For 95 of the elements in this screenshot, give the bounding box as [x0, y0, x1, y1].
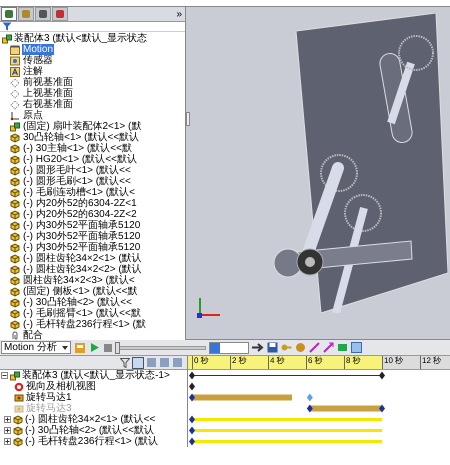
tree-item[interactable]: (固定) 扇叶装配体2<1> (默: [22, 121, 142, 132]
time-label: 4 秒: [268, 356, 285, 369]
tree-item[interactable]: 配合: [22, 330, 44, 341]
origin-icon: [10, 110, 20, 120]
more-button[interactable]: »: [174, 8, 184, 20]
motion-tree-item[interactable]: (-) 圆柱齿轮34×2<1> (默认<<: [25, 414, 156, 425]
time-label: 12 秒: [420, 356, 442, 369]
timeline-bar[interactable]: [189, 394, 313, 402]
panel-tab[interactable]: [1, 7, 17, 21]
tree-item[interactable]: (-) 圆形毛刷<1> (默认<<: [22, 176, 132, 187]
arrow-right-icon[interactable]: [252, 343, 264, 352]
tree-item[interactable]: 右视基准面: [22, 99, 74, 110]
part-icon: [10, 308, 20, 318]
tree-item[interactable]: (-) 内30外52平面轴承5120: [22, 231, 142, 242]
expand-icon[interactable]: [4, 438, 11, 445]
tree-item[interactable]: 前视基准面: [22, 77, 74, 88]
tree-item[interactable]: (-) 圆柱齿轮34×2<1> (默认: [22, 253, 143, 264]
splitter-handle[interactable]: [186, 112, 190, 126]
camera-icon: [14, 382, 24, 392]
timeline-key-point[interactable]: [189, 382, 195, 390]
clapper-icon: [10, 44, 20, 54]
playback-speed-field[interactable]: [209, 342, 249, 354]
motion-tree-item[interactable]: 视向及相机视图: [26, 381, 96, 392]
sensor-icon: [10, 56, 20, 66]
save-icon[interactable]: [267, 342, 278, 353]
part-icon: [10, 210, 20, 220]
time-label: 10 秒: [382, 356, 404, 369]
part-icon: [10, 188, 20, 198]
tree-item[interactable]: (-) 毛刷摇臂<1> (默认<<默: [22, 308, 142, 319]
tree-item[interactable]: (固定) 侧板<1> (默认<<默: [22, 286, 138, 297]
tree-item[interactable]: Motion: [22, 44, 54, 55]
tree-item[interactable]: 30凸轮轴<1> (默认<<默认: [22, 132, 140, 143]
tree-item[interactable]: (-) 毛杆转盘236行程<1> (默: [22, 319, 147, 330]
stop-icon[interactable]: [103, 342, 113, 352]
time-label: 0 秒: [192, 356, 209, 369]
study-type-dropdown[interactable]: Motion 分析: [1, 341, 71, 354]
part-icon: [10, 254, 20, 264]
panel-tab[interactable]: [52, 7, 68, 21]
caret-icon: [62, 346, 68, 350]
expand-icon[interactable]: [4, 416, 11, 423]
tree-item[interactable]: (-) HG20<1> (默认<<默认: [22, 154, 138, 165]
tree-item[interactable]: (-) 30凸轮轴<2> (默认<<: [22, 297, 133, 308]
part-icon: [10, 242, 20, 252]
part-icon: [10, 176, 20, 186]
motor-icon: [14, 392, 24, 402]
part-icon: [10, 132, 20, 142]
tree-item[interactable]: (-) 圆形毛叶<1> (默认<<: [22, 165, 132, 176]
tree-item[interactable]: 传感器: [22, 55, 54, 66]
paperclip-icon: [10, 330, 20, 340]
part-icon: [13, 436, 23, 446]
motion-tree-item[interactable]: 装配体3 (默认<默认_显示状态-1>: [22, 370, 170, 381]
part-icon: [10, 264, 20, 274]
part-icon: [10, 232, 20, 242]
tree-item[interactable]: 圆柱齿轮34×2<3> (默认<: [22, 275, 136, 286]
assembly-icon: [2, 34, 12, 44]
tree-item[interactable]: (-) 内30外52平面轴承5120: [22, 242, 142, 253]
tree-item[interactable]: 注解: [22, 66, 44, 77]
part-icon: [10, 276, 20, 286]
motion-tree-item[interactable]: (-) 30凸轮轴<2> (默认<<默认: [25, 425, 154, 436]
tree-item[interactable]: (-) 内20外52的6304-2Z<2: [22, 209, 138, 220]
part-icon: [10, 198, 20, 208]
time-label: 8 秒: [344, 356, 361, 369]
motion-tree-item[interactable]: 旋转马达1: [26, 392, 72, 403]
motor-icon: [14, 404, 24, 414]
timeline-key-line[interactable]: [189, 372, 385, 380]
assembly-icon: [10, 370, 20, 380]
assembly-icon: [10, 122, 20, 132]
part-icon: [10, 220, 20, 230]
tree-item[interactable]: (-) 内20外52的6304-2Z<1: [22, 198, 138, 209]
panel-tab[interactable]: [35, 7, 51, 21]
part-icon: [10, 166, 20, 176]
filter-icon[interactable]: [120, 358, 130, 368]
axis-triad-icon: [196, 295, 222, 319]
tree-item[interactable]: (-) 圆柱齿轮34×2<2> (默认: [22, 264, 143, 275]
tree-item[interactable]: (-) 毛刷连动槽<1> (默认<: [22, 187, 136, 198]
part-icon: [10, 320, 20, 330]
tree-item[interactable]: 原点: [22, 110, 44, 121]
tree-item[interactable]: 上视基准面: [22, 88, 74, 99]
time-label: 6 秒: [306, 356, 323, 369]
part-icon: [13, 426, 23, 436]
collapse-icon[interactable]: [1, 372, 8, 379]
motion-tree-item[interactable]: (-) 毛杆转盘236行程<1> (默认: [25, 436, 158, 447]
slider-thumb[interactable]: [115, 342, 120, 354]
time-label: 2 秒: [230, 356, 247, 369]
part-icon: [10, 144, 20, 154]
tree-root-label[interactable]: 装配体3 (默认<默认_显示状态: [14, 33, 148, 44]
timeline-bar[interactable]: [306, 404, 385, 412]
part-icon: [10, 298, 20, 308]
annotation-icon: [10, 66, 20, 76]
tree-item[interactable]: (-) 30主轴<1> (默认<<默: [22, 143, 133, 154]
part-icon: [10, 286, 20, 296]
part-icon: [13, 414, 23, 424]
expand-icon[interactable]: [4, 427, 11, 434]
part-icon: [10, 154, 20, 164]
tree-item[interactable]: (-) 内30外52平面轴承5120: [22, 220, 142, 231]
